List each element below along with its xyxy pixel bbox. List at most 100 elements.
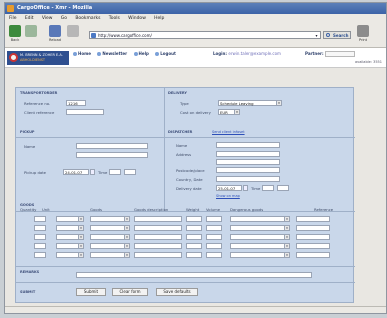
disp-time-from[interactable] (262, 185, 274, 191)
reference-field[interactable]: 1216 (66, 100, 86, 106)
nav-home[interactable]: Home (73, 51, 91, 56)
weight-field[interactable] (186, 225, 202, 231)
menu-window[interactable]: Window (128, 16, 146, 21)
quantity-field[interactable] (34, 216, 46, 222)
remarks-field[interactable] (76, 272, 312, 278)
forward-button[interactable] (25, 25, 37, 38)
reference-field[interactable] (296, 234, 330, 240)
goods-select[interactable]: ▾ (90, 225, 130, 231)
new-customer-link[interactable]: Send client infoset (212, 130, 245, 134)
description-field[interactable] (134, 243, 182, 249)
chevron-down-icon[interactable]: ▾ (314, 33, 319, 38)
printer-icon (357, 25, 369, 37)
reference-label: Reference no. (24, 101, 51, 106)
reload-button[interactable]: Reload (49, 25, 61, 42)
menu-view[interactable]: View (42, 16, 53, 21)
description-field[interactable] (134, 216, 182, 222)
back-button[interactable]: Back (9, 25, 21, 42)
unit-select[interactable]: ▾ (56, 252, 84, 258)
clear-form-button[interactable]: Clear form (112, 288, 148, 296)
reference-field[interactable] (296, 225, 330, 231)
unit-select[interactable]: ▾ (56, 243, 84, 249)
calendar-icon[interactable] (90, 169, 95, 175)
reference-field[interactable] (296, 252, 330, 258)
stop-button[interactable] (67, 25, 79, 38)
disp-address-field[interactable] (216, 151, 280, 157)
unit-select[interactable]: ▾ (56, 225, 84, 231)
nav-newsletter[interactable]: Newsletter (97, 51, 127, 56)
goods-select[interactable]: ▾ (90, 243, 130, 249)
pickup-time-from[interactable] (109, 169, 121, 175)
dangerous-select[interactable]: ▾ (230, 243, 290, 249)
menu-help[interactable]: Help (154, 16, 164, 21)
quantity-field[interactable] (34, 243, 46, 249)
nav-logout[interactable]: Logout (155, 51, 176, 56)
pickup-date-field[interactable]: 24-01-07 (63, 169, 89, 175)
description-field[interactable] (134, 234, 182, 240)
quantity-field[interactable] (34, 225, 46, 231)
print-label: Print (358, 38, 368, 42)
volume-field[interactable] (206, 234, 222, 240)
col-goods-description: Goods description (134, 207, 169, 212)
volume-field[interactable] (206, 243, 222, 249)
dangerous-select[interactable]: ▾ (230, 225, 290, 231)
weight-field[interactable] (186, 216, 202, 222)
divider (16, 266, 355, 267)
menu-tools[interactable]: Tools (109, 16, 120, 21)
goods-select[interactable]: ▾ (90, 252, 130, 258)
description-field[interactable] (134, 252, 182, 258)
volume-field[interactable] (206, 216, 222, 222)
print-button[interactable]: Print (357, 25, 369, 42)
volume-field[interactable] (206, 225, 222, 231)
nav-help[interactable]: Help (133, 51, 149, 56)
search-button[interactable]: Search (323, 31, 351, 39)
menu-go[interactable]: Go (61, 16, 67, 21)
description-field[interactable] (134, 225, 182, 231)
login-value: erwin.taler@example.com (228, 51, 281, 56)
unit-select[interactable]: ▾ (56, 216, 84, 222)
disp-postcode-field[interactable] (216, 167, 280, 173)
disp-name-field[interactable] (216, 142, 280, 148)
dangerous-select[interactable]: ▾ (230, 234, 290, 240)
menu-file[interactable]: File (9, 16, 17, 21)
quantity-field[interactable] (34, 234, 46, 240)
goods-select[interactable]: ▾ (90, 216, 130, 222)
menu-bookmarks[interactable]: Bookmarks (75, 16, 100, 21)
dangerous-select[interactable]: ▾ (230, 252, 290, 258)
submit-button[interactable]: Submit (76, 288, 106, 296)
cost-select[interactable]: EUR ▾ (218, 109, 240, 115)
weight-field[interactable] (186, 243, 202, 249)
help-bullet-icon (133, 51, 138, 56)
reference-field[interactable] (296, 243, 330, 249)
pickup-name-field[interactable] (76, 143, 148, 149)
address-bar[interactable]: http://www.cargoffice.com/ ▾ (89, 31, 321, 39)
goods-select[interactable]: ▾ (90, 234, 130, 240)
pickup-time-to[interactable] (124, 169, 136, 175)
client-reference-label: Client reference (24, 110, 55, 115)
home-bullet-icon (73, 51, 77, 56)
partner-field[interactable] (325, 51, 355, 57)
save-defaults-button[interactable]: Save defaults (156, 288, 198, 296)
weight-field[interactable] (186, 234, 202, 240)
disp-delivery-label: Delivery date (176, 186, 202, 191)
calendar-icon[interactable] (243, 185, 248, 191)
reference-field[interactable] (296, 216, 330, 222)
pickup-address-field[interactable] (76, 152, 148, 158)
quantity-field[interactable] (34, 252, 46, 258)
disp-delivery-field[interactable]: 25-01-07 (216, 185, 242, 191)
type-select[interactable]: Schedule Leaving ▾ (218, 100, 282, 106)
unit-select[interactable]: ▾ (56, 234, 84, 240)
divider (16, 137, 355, 138)
disp-address2-field[interactable] (216, 159, 280, 165)
client-reference-field[interactable] (66, 109, 104, 115)
show-map-link[interactable]: Show on map (216, 194, 240, 198)
volume-field[interactable] (206, 252, 222, 258)
dangerous-select[interactable]: ▾ (230, 216, 290, 222)
logo-line2: ABHOLDIENST (20, 57, 46, 62)
weight-field[interactable] (186, 252, 202, 258)
disp-country-field[interactable] (216, 176, 280, 182)
disp-time-to[interactable] (277, 185, 289, 191)
company-logo[interactable]: M. BRENN & ZOHER E.A. ABHOLDIENST (7, 51, 69, 65)
chevron-down-icon: ▾ (124, 253, 129, 257)
menu-edit[interactable]: Edit (25, 16, 34, 21)
